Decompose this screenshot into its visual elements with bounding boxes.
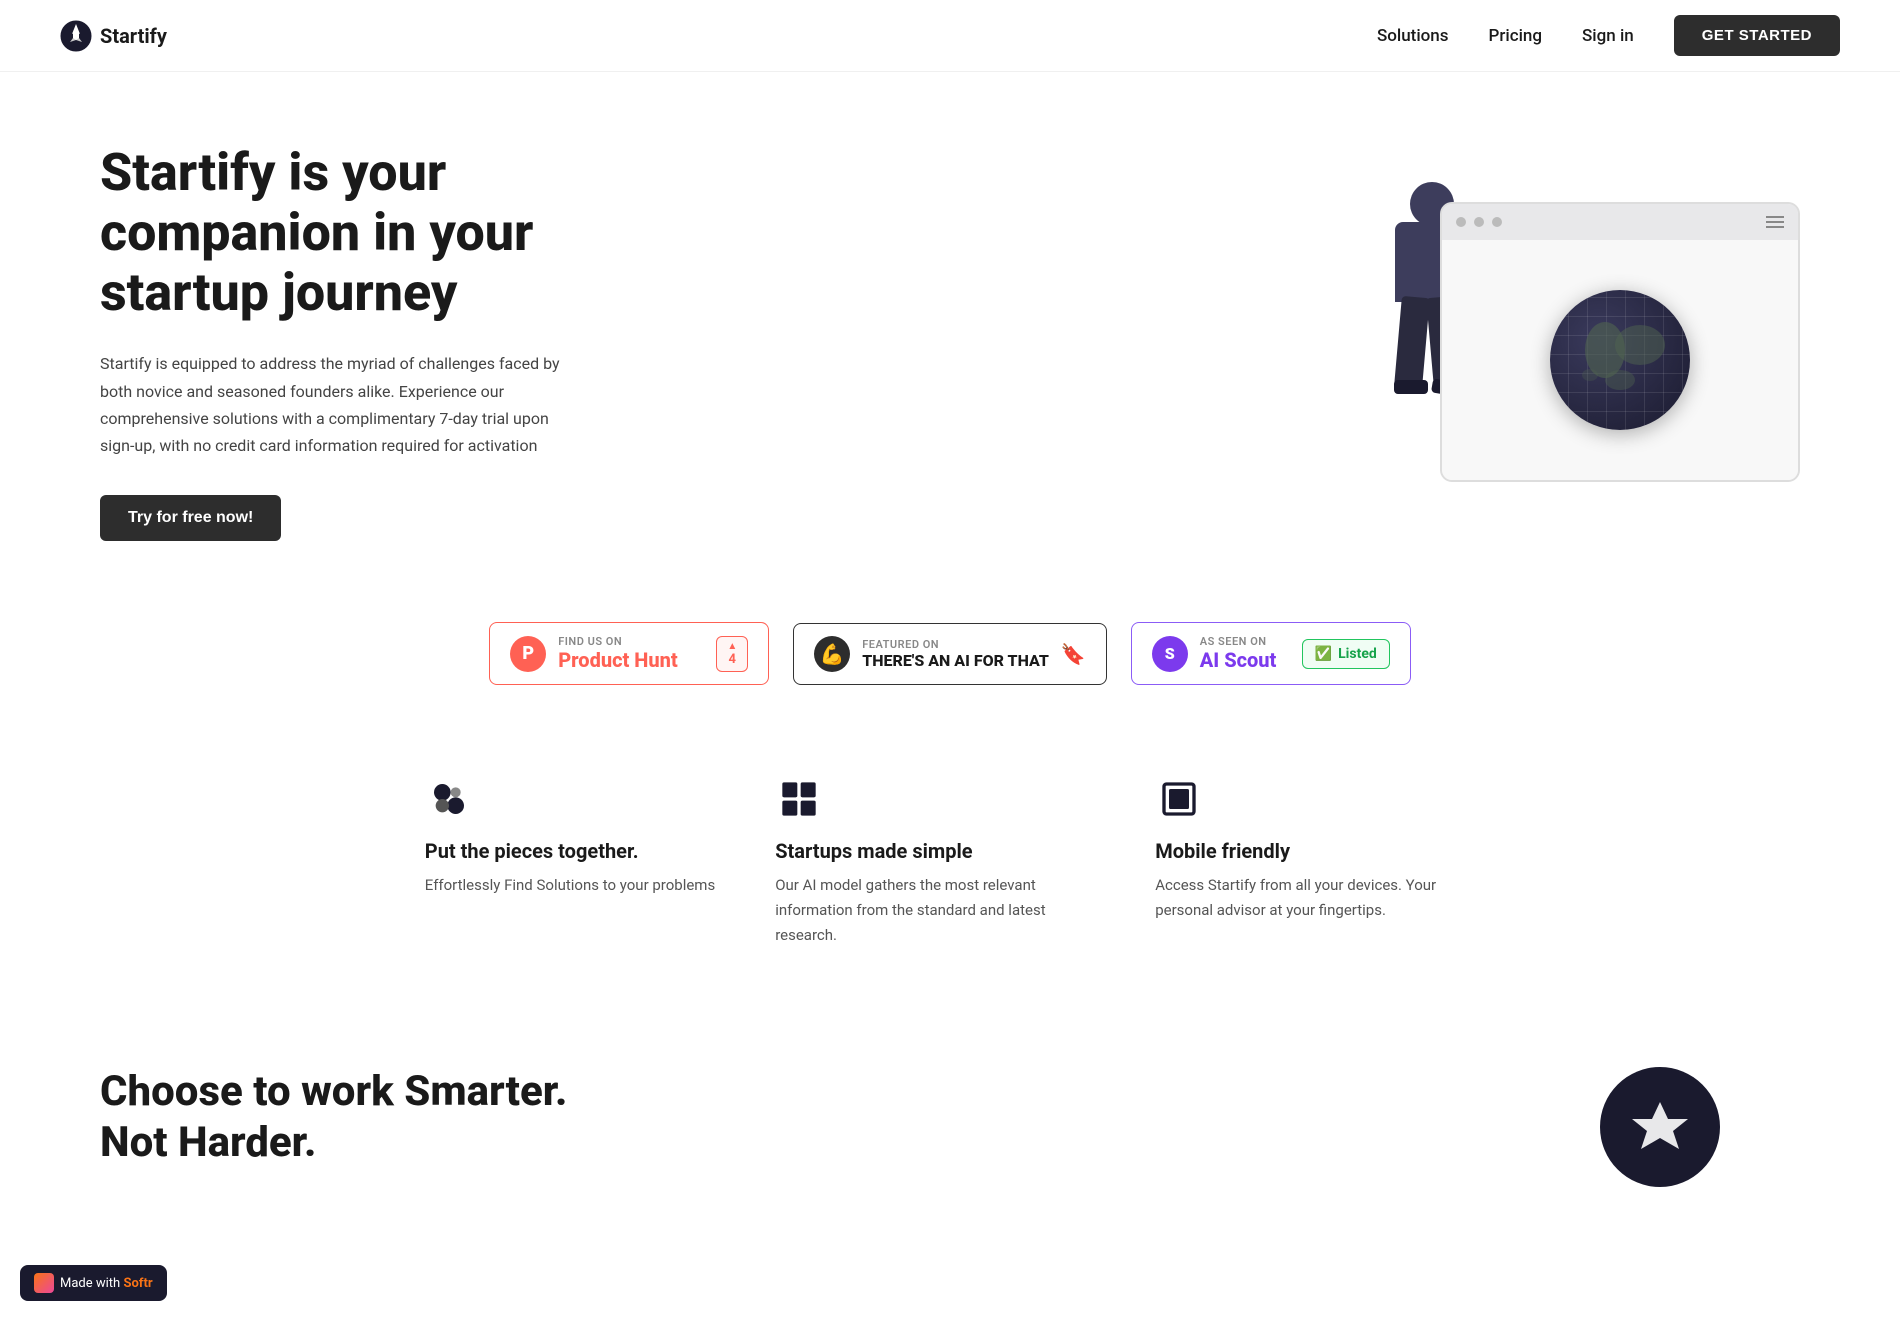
badge-ai-label: FEATURED ON (862, 638, 1049, 651)
browser-menu-icon (1766, 216, 1784, 228)
bottom-right (1600, 1067, 1800, 1227)
feature-simple-title: Startups made simple (775, 839, 1095, 863)
globe-graphic (1550, 290, 1690, 430)
softr-icon (34, 1273, 54, 1293)
browser-dot-3 (1492, 217, 1502, 227)
hero-section: Startify is your companion in your start… (0, 72, 1900, 592)
badge-scout-text: AS SEEN ON AI Scout (1200, 635, 1277, 672)
badge-product-hunt[interactable]: P FIND US ON Product Hunt ▲ 4 (489, 622, 769, 685)
feature-pieces-title: Put the pieces together. (425, 839, 715, 863)
bottom-logo-circle (1600, 1067, 1720, 1187)
hero-content: Startify is your companion in your start… (100, 143, 660, 541)
feature-simple: Startups made simple Our AI model gather… (775, 775, 1095, 947)
badge-ph-label: FIND US ON (558, 635, 678, 648)
upvote-count: 4 (729, 652, 736, 667)
bottom-left: Choose to work Smarter. Not Harder. (100, 1067, 600, 1168)
nav-signin[interactable]: Sign in (1582, 26, 1634, 46)
browser-content (1442, 240, 1798, 480)
hero-title: Startify is your companion in your start… (100, 143, 660, 322)
badge-ph-name: Product Hunt (558, 648, 678, 672)
badge-ai-for-that[interactable]: 💪 FEATURED ON THERE'S AN AI FOR THAT 🔖 (793, 623, 1107, 685)
logo-text: Startify (100, 24, 167, 48)
hero-description: Startify is equipped to address the myri… (100, 350, 580, 459)
bottom-section: Choose to work Smarter. Not Harder. (0, 1007, 1900, 1267)
badge-listed: ✅ Listed (1302, 639, 1390, 669)
badge-scout-name: AI Scout (1200, 648, 1277, 672)
logo[interactable]: Startify (60, 20, 167, 52)
try-free-button[interactable]: Try for free now! (100, 495, 281, 541)
feature-mobile: Mobile friendly Access Startify from all… (1155, 775, 1475, 947)
feature-simple-desc: Our AI model gathers the most relevant i… (775, 873, 1095, 947)
feature-pieces: Put the pieces together. Effortlessly Fi… (425, 775, 715, 947)
person-leg-left (1394, 296, 1430, 388)
badge-ai-name: THERE'S AN AI FOR THAT (862, 651, 1049, 670)
ai-for-that-icon: 💪 (814, 636, 850, 672)
nav-pricing[interactable]: Pricing (1489, 26, 1543, 46)
features-section: Put the pieces together. Effortlessly Fi… (0, 735, 1900, 1007)
badge-ai-scout[interactable]: S AS SEEN ON AI Scout ✅ Listed (1131, 622, 1411, 685)
check-icon: ✅ (1315, 646, 1332, 662)
softr-badge[interactable]: Made with Softr (20, 1265, 167, 1301)
simple-icon (775, 775, 823, 823)
bookmark-icon: 🔖 (1061, 642, 1086, 666)
bottom-title: Choose to work Smarter. Not Harder. (100, 1067, 600, 1168)
badge-ai-text: FEATURED ON THERE'S AN AI FOR THAT (862, 638, 1049, 670)
mobile-icon (1155, 775, 1203, 823)
badge-scout-label: AS SEEN ON (1200, 635, 1277, 648)
feature-mobile-title: Mobile friendly (1155, 839, 1475, 863)
ai-scout-icon: S (1152, 636, 1188, 672)
upvote-arrow-icon: ▲ (727, 641, 737, 652)
nav-solutions[interactable]: Solutions (1377, 26, 1449, 46)
pieces-icon (425, 775, 473, 823)
hero-illustration (1380, 172, 1800, 512)
navbar: Startify Solutions Pricing Sign in GET S… (0, 0, 1900, 72)
browser-dot-2 (1474, 217, 1484, 227)
feature-pieces-desc: Effortlessly Find Solutions to your prob… (425, 873, 715, 898)
browser-window (1440, 202, 1800, 482)
feature-mobile-desc: Access Startify from all your devices. Y… (1155, 873, 1475, 923)
person-foot-left (1394, 380, 1428, 394)
product-hunt-icon: P (510, 636, 546, 672)
get-started-button[interactable]: GET STARTED (1674, 15, 1840, 56)
browser-dot-1 (1456, 217, 1466, 227)
badge-ph-text: FIND US ON Product Hunt (558, 635, 678, 672)
listed-label: Listed (1338, 646, 1377, 662)
nav-links: Solutions Pricing Sign in GET STARTED (1377, 15, 1840, 56)
badges-section: P FIND US ON Product Hunt ▲ 4 💪 FEATURED… (0, 592, 1900, 735)
badge-ph-upvote: ▲ 4 (716, 636, 748, 672)
browser-bar (1442, 204, 1798, 240)
softr-text: Made with Softr (60, 1276, 153, 1291)
